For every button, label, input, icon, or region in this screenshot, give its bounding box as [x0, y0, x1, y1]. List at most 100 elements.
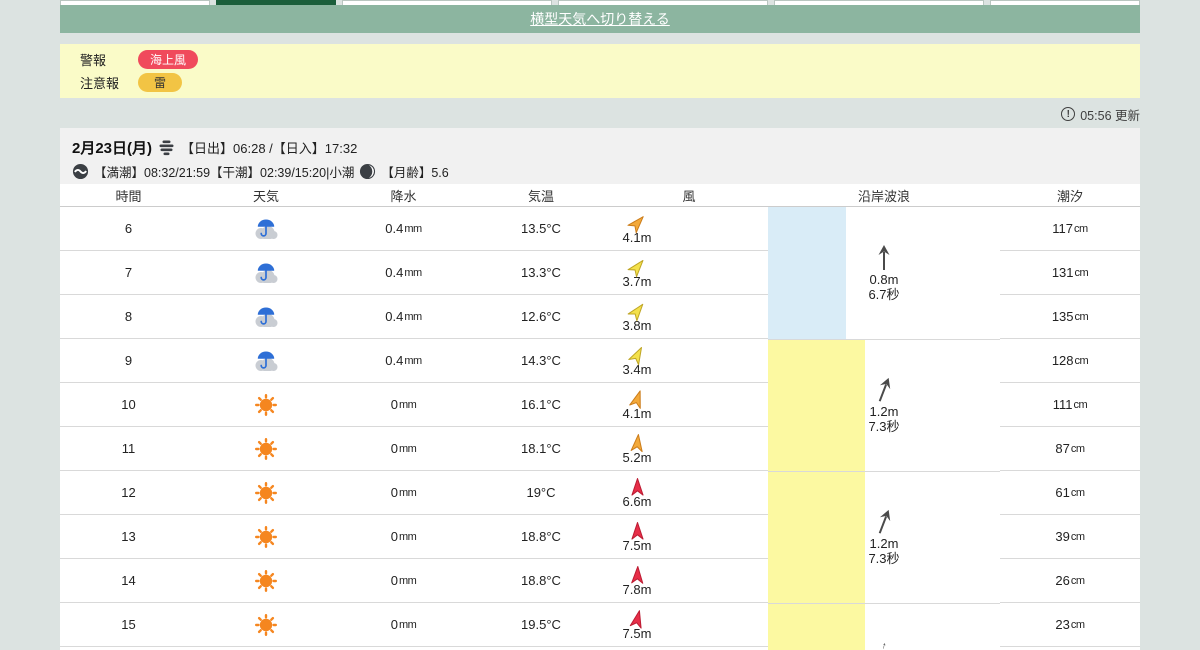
column-header-4: 風: [682, 188, 696, 204]
tide-cell: 135 cm: [1000, 295, 1140, 339]
wind-direction-icon: [630, 521, 644, 540]
wind-cell: 7.8m: [610, 559, 768, 603]
weather-cell: [197, 427, 335, 471]
precip-cell: 0 mm: [335, 383, 472, 427]
wind-cell: 3.8m: [610, 295, 768, 339]
tide-unit: cm: [1070, 574, 1085, 587]
advisory-badge[interactable]: 雷: [138, 73, 183, 92]
sunny-icon: [255, 393, 277, 416]
temp-cell: 12.6°C: [472, 295, 610, 339]
wind-cell: 3.4m: [610, 339, 768, 383]
tide-wave-icon: [72, 163, 89, 179]
tide-value: 61: [1055, 485, 1070, 500]
precip-value: 0: [390, 617, 398, 632]
precip-value: 0: [390, 397, 398, 412]
sunny-icon: [255, 437, 277, 460]
wind-direction-icon: [630, 433, 643, 452]
precip-value: 0.4: [385, 265, 404, 280]
weather-cell: [197, 339, 335, 383]
table-row: 14 0 mm 18.8°C 7.8m 26 cm: [60, 559, 1140, 603]
temp-cell: 19.5°C: [472, 603, 610, 647]
precip-value: 0: [390, 573, 398, 588]
tide-value: 117: [1052, 221, 1074, 236]
wind-cell: 3.7m: [610, 251, 768, 295]
tide-cell: 23 cm: [1000, 603, 1140, 647]
precip-cell: 0 mm: [335, 515, 472, 559]
wave-cell: [768, 559, 1000, 603]
time-cell: 15: [60, 603, 197, 647]
wind-box: 7.5m: [610, 609, 664, 641]
advisory-row: 注意報 雷: [80, 73, 1140, 92]
weather-icon-slot: [253, 436, 279, 462]
weather-icon-slot: [253, 612, 279, 638]
info-icon: !: [1061, 107, 1076, 121]
time-cell: 7: [60, 251, 197, 295]
table-row: 12 0 mm 19°C 6.6m 61 cm: [60, 471, 1140, 515]
wave-cell: [768, 295, 1000, 339]
tide-value: 87: [1055, 441, 1070, 456]
precip-value: 0.4: [385, 309, 404, 324]
temp-cell: 14.3°C: [472, 339, 610, 383]
time-cell: 13: [60, 515, 197, 559]
table-row: 7 0.4 mm 13.3°C 3.7m 131 cm: [60, 251, 1140, 295]
table-row: 6 0.4 mm 13.5°C 4.1m 117 cm: [60, 207, 1140, 251]
table-row: 8 0.4 mm 12.6°C 3.8m 135 cm: [60, 295, 1140, 339]
tide-unit: cm: [1074, 266, 1089, 279]
column-header-6: 潮汐: [1056, 188, 1083, 204]
tide-cell: 26 cm: [1000, 559, 1140, 603]
wave-cell: [768, 515, 1000, 559]
wind-cell: 4.1m: [610, 207, 768, 251]
precip-unit: mm: [398, 486, 417, 499]
date-title: 2月23日(月): [72, 139, 153, 157]
update-time-text: 05:56 更新: [1080, 108, 1140, 123]
tide-cell: 117 cm: [1000, 207, 1140, 251]
temp-cell: 13.3°C: [472, 251, 610, 295]
time-cell: 10: [60, 383, 197, 427]
warning-badge[interactable]: 海上風: [138, 50, 199, 69]
temp-value: 14.3°C: [521, 353, 561, 368]
wind-direction-icon: [630, 477, 644, 496]
wind-box: 7.8m: [610, 565, 664, 597]
time-cell: 14: [60, 559, 197, 603]
moon-age: 【月齢】5.6: [381, 165, 449, 180]
weather-icon-slot: [252, 348, 280, 374]
tide-value: 39: [1055, 529, 1070, 544]
wave-cell: [768, 207, 1000, 251]
tide-value: 128: [1051, 353, 1074, 368]
weather-cell: [197, 603, 335, 647]
precip-cell: 0.4 mm: [335, 251, 472, 295]
temp-value: 18.1°C: [521, 441, 561, 456]
moon-phase-icon: [360, 163, 376, 179]
date-header-line2: 【満潮】08:32/21:59【干潮】02:39/15:20|小潮 【月齢】5.…: [72, 160, 1128, 182]
temp-cell: 13.5°C: [472, 207, 610, 251]
weather-page: 横型天気へ切り替える 警報 海上風 注意報 雷 ! 05:56 更新 2月23日…: [0, 0, 1200, 650]
sunrise-icon: [159, 140, 174, 155]
temp-value: 18.8°C: [521, 573, 561, 588]
tide-cell: 111 cm: [1000, 383, 1140, 427]
tide-unit: cm: [1070, 442, 1085, 455]
precip-unit: mm: [398, 398, 417, 411]
wind-cell: 4.1m: [610, 383, 768, 427]
temp-cell: 16.1°C: [472, 383, 610, 427]
tide-value: 131: [1051, 265, 1074, 280]
weather-icon-slot: [252, 260, 280, 286]
table-body: 0.8m 6.7秒 1.2m 7.3秒 1.2m 7.3秒 6 0.4 mm 1…: [60, 207, 1140, 650]
table-row: 10 0 mm 16.1°C 4.1m 111 cm: [60, 383, 1140, 427]
weather-icon-slot: [252, 216, 280, 242]
sunrise-sunset-times: 【日出】06:28 /【日入】17:32: [181, 140, 358, 156]
precip-cell: 0 mm: [335, 559, 472, 603]
view-switch-banner: 横型天気へ切り替える: [60, 5, 1140, 33]
precip-unit: mm: [404, 310, 422, 323]
table-header: 時間 天気 降水 気温 風 沿岸波浪 潮汐: [60, 184, 1140, 207]
temp-cell: 18.1°C: [472, 427, 610, 471]
column-header-2: 降水: [390, 188, 417, 204]
tide-cell: 128 cm: [1000, 339, 1140, 383]
weather-cell: [197, 559, 335, 603]
forecast-card: 2月23日(月) 【日出】06:28 /【日入】17:32 【満潮】08:32/…: [60, 128, 1140, 650]
advisory-label: 注意報: [80, 76, 120, 91]
switch-to-horizontal-link[interactable]: 横型天気へ切り替える: [530, 9, 670, 29]
rain-umbrella-icon: [255, 263, 278, 283]
precip-unit: mm: [398, 442, 417, 455]
tide-cell: 87 cm: [1000, 427, 1140, 471]
sunny-icon: [255, 613, 277, 636]
